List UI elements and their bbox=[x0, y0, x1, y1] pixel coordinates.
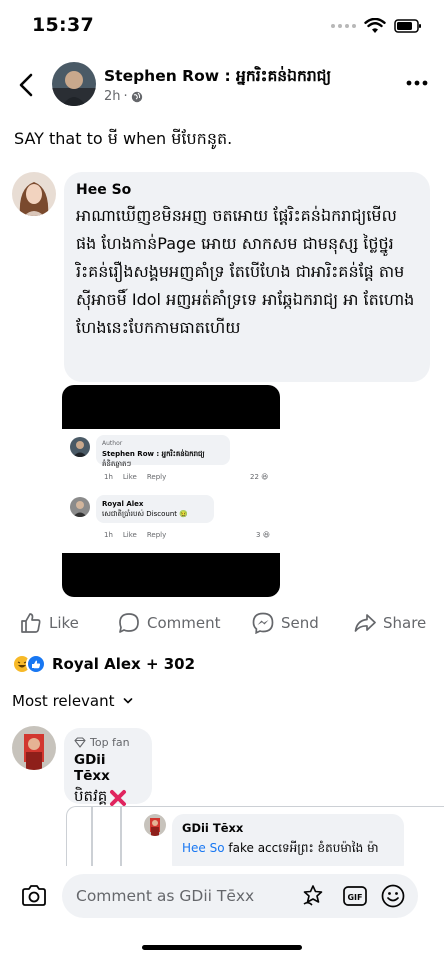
screenshot-text-1: គំនិតឆ្លាតៗ bbox=[102, 460, 132, 468]
screenshot-comment-1: Author Stephen Row : អ្នករិះគន់ឯករាជ្យ គ… bbox=[96, 435, 230, 468]
nested-reply-author[interactable]: GDii Tēxx bbox=[182, 821, 394, 835]
screenshot-count-1-value: 22 bbox=[250, 473, 259, 481]
meta-separator: · bbox=[123, 89, 128, 104]
share-button[interactable]: Share bbox=[354, 612, 426, 634]
screenshot-name-1: Stephen Row : អ្នករិះគន់ឯករាជ្យ bbox=[102, 450, 205, 458]
home-indicator bbox=[142, 945, 302, 950]
status-time: 15:37 bbox=[32, 14, 94, 36]
screenshot-count-2-value: 3 bbox=[256, 531, 261, 539]
top-fan-label: Top fan bbox=[90, 736, 130, 749]
like-label: Like bbox=[49, 614, 79, 632]
nested-reply-text: fake accទេអីព្រះ ខំតបម៉ាងៃ ម៉ា bbox=[228, 841, 379, 855]
comment-label: Comment bbox=[147, 614, 221, 632]
screenshot-time-2: 1h bbox=[104, 531, 113, 539]
nested-reply-text-row: Hee So fake accទេអីព្រះ ខំតបម៉ាងៃ ម៉ា bbox=[182, 840, 394, 858]
comment-bubble: Hee So អាណាឃើញខមិនអញ ចតអោយ ផ្ដែរិះគន់ឯករ… bbox=[64, 172, 430, 382]
gif-icon[interactable]: GIF bbox=[342, 883, 368, 909]
reactions-summary[interactable]: Royal Alex + 302 bbox=[12, 654, 195, 674]
comment-avatar[interactable] bbox=[12, 172, 56, 216]
screenshot-comment-2: Royal Alex សេជាតិប្រាំរបស់ Discount 🤢 bbox=[96, 495, 214, 523]
post-text: SAY that to មី when មីបែកនូត. bbox=[14, 129, 233, 148]
back-arrow-icon[interactable] bbox=[12, 70, 42, 100]
sort-label: Most relevant bbox=[12, 692, 115, 710]
screenshot-name-2: Royal Alex bbox=[102, 500, 144, 508]
screenshot-like-2: Like bbox=[122, 531, 137, 539]
chevron-down-icon bbox=[123, 698, 132, 704]
svg-text:GIF: GIF bbox=[347, 893, 362, 902]
avatar-sticker-icon[interactable] bbox=[300, 883, 326, 909]
reaction-icons bbox=[12, 654, 46, 674]
share-icon bbox=[354, 614, 376, 632]
screenshot-count-1: 22 😆 bbox=[250, 473, 269, 481]
signal-icon bbox=[331, 24, 356, 28]
comment-author[interactable]: Hee So bbox=[76, 182, 418, 198]
send-label: Send bbox=[281, 614, 319, 632]
comment-sort-dropdown[interactable]: Most relevant bbox=[12, 692, 133, 710]
post-header: Stephen Row : អ្នករិះគន់ឯករាជ្យ 2h · bbox=[0, 58, 444, 118]
reply-avatar[interactable] bbox=[12, 726, 56, 770]
post-time[interactable]: 2h bbox=[104, 89, 121, 104]
screenshot-avatar-1 bbox=[70, 437, 90, 457]
comment-text: អាណាឃើញខមិនអញ ចតអោយ ផ្ដែរិះគន់ឯករាជ្យមើល… bbox=[76, 206, 415, 337]
camera-icon[interactable] bbox=[20, 882, 48, 910]
mention-link[interactable]: Hee So bbox=[182, 841, 225, 855]
screenshot-author-tag: Author bbox=[102, 440, 123, 447]
diamond-icon bbox=[74, 737, 86, 748]
share-label: Share bbox=[383, 614, 427, 632]
status-icons bbox=[331, 18, 422, 34]
like-reaction-icon bbox=[26, 654, 46, 674]
reply-bubble: Top fan GDii Tēxx បិតវគ្គ bbox=[64, 728, 152, 806]
cross-mark-icon bbox=[110, 790, 127, 806]
post-action-bar: Like Comment Send Share bbox=[0, 604, 444, 644]
screenshot-like-1: Like bbox=[122, 473, 137, 481]
reactions-text: Royal Alex + 302 bbox=[52, 655, 196, 673]
battery-icon bbox=[394, 19, 421, 33]
reply-author[interactable]: GDii Tēxx bbox=[74, 752, 142, 784]
send-button[interactable]: Send bbox=[252, 612, 319, 634]
screenshot-count-2: 3 😆 bbox=[256, 531, 270, 539]
status-bar: 15:37 bbox=[0, 0, 444, 54]
thumbs-up-icon bbox=[21, 613, 41, 633]
screenshot-time-1: 1h bbox=[104, 473, 113, 481]
comment-composer: GIF bbox=[0, 866, 444, 960]
screenshot-actions-2: 1h Like Reply bbox=[104, 531, 166, 539]
globe-icon bbox=[131, 91, 142, 102]
screenshot-avatar-2 bbox=[70, 497, 90, 517]
comment-screenshot-image[interactable]: Author Stephen Row : អ្នករិះគន់ឯករាជ្យ គ… bbox=[62, 385, 280, 597]
comment-icon bbox=[119, 613, 139, 633]
top-fan-badge: Top fan bbox=[74, 736, 142, 749]
post-meta: 2h · bbox=[104, 89, 143, 104]
author-avatar[interactable] bbox=[52, 62, 96, 106]
screenshot-reply-1: Reply bbox=[146, 473, 167, 481]
screenshot-reply-2: Reply bbox=[146, 531, 167, 539]
screenshot-actions-1: 1h Like Reply bbox=[104, 473, 166, 481]
post-author-name[interactable]: Stephen Row : អ្នករិះគន់ឯករាជ្យ bbox=[104, 66, 331, 89]
more-options-icon[interactable] bbox=[404, 70, 430, 96]
comment-button[interactable]: Comment bbox=[118, 612, 221, 634]
nested-reply-avatar[interactable] bbox=[144, 814, 166, 836]
screenshot-content: Author Stephen Row : អ្នករិះគន់ឯករាជ្យ គ… bbox=[62, 429, 280, 553]
emoji-icon[interactable] bbox=[380, 883, 406, 909]
like-button[interactable]: Like bbox=[20, 612, 79, 634]
messenger-icon bbox=[252, 612, 274, 634]
screenshot-text-2: សេជាតិប្រាំរបស់ Discount bbox=[102, 510, 178, 518]
wifi-icon bbox=[364, 18, 386, 33]
